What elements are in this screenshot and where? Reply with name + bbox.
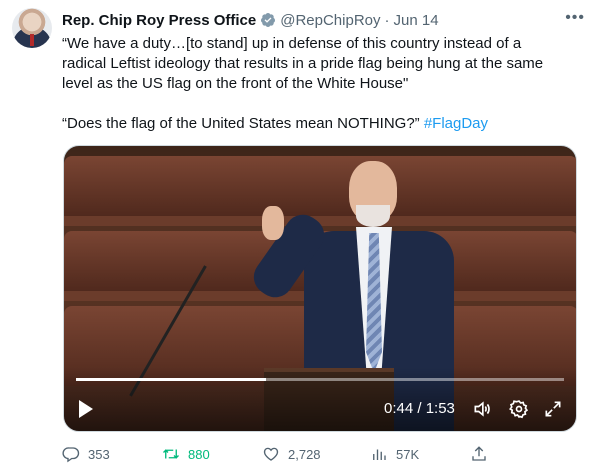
author-name[interactable]: Rep. Chip Roy Press Office xyxy=(62,12,256,29)
reply-button[interactable]: 353 xyxy=(62,443,110,465)
like-count: 2,728 xyxy=(288,446,321,462)
reply-count: 353 xyxy=(88,446,110,462)
analytics-icon xyxy=(373,449,386,460)
retweet-icon xyxy=(163,449,179,459)
tweet-header: Rep. Chip Roy Press Office @RepChipRoy ·… xyxy=(62,10,581,30)
tweet-date[interactable]: Jun 14 xyxy=(394,12,439,29)
tweet-line: level as the US flag on the front of the… xyxy=(62,75,409,92)
tweet-line: radical Leftist ideology that results in… xyxy=(62,55,544,72)
view-count: 57K xyxy=(396,446,420,462)
views-button[interactable]: 57K xyxy=(370,443,419,465)
heart-icon xyxy=(263,447,279,461)
video-time: 0:44 / 1:53 xyxy=(384,400,455,417)
tweet-line-text: “Does the flag of the United States mean… xyxy=(62,115,424,132)
tweet-line: “We have a duty…[to stand] up in defense… xyxy=(62,35,522,52)
verified-badge-icon xyxy=(261,13,276,27)
video-player[interactable]: 0:44 / 1:53 xyxy=(63,145,577,432)
volume-icon[interactable] xyxy=(472,399,492,419)
retweet-count: 880 xyxy=(188,446,210,462)
video-progress-fill xyxy=(76,378,266,381)
hashtag-link[interactable]: #FlagDay xyxy=(424,115,488,132)
fullscreen-icon[interactable] xyxy=(543,399,563,419)
avatar[interactable] xyxy=(12,8,52,48)
separator-dot: · xyxy=(384,11,390,29)
like-button[interactable]: 2,728 xyxy=(262,443,321,465)
tweet-text: “We have a duty…[to stand] up in defense… xyxy=(62,34,577,134)
reply-icon xyxy=(62,447,80,463)
video-progress-bar[interactable] xyxy=(76,378,564,381)
tweet-card[interactable]: Rep. Chip Roy Press Office @RepChipRoy ·… xyxy=(0,0,593,475)
play-icon[interactable] xyxy=(79,400,93,418)
tweet-actions: 353 880 2,728 57K xyxy=(62,443,482,465)
video-controls: 0:44 / 1:53 xyxy=(64,367,576,431)
settings-gear-icon[interactable] xyxy=(509,399,529,419)
retweet-button[interactable]: 880 xyxy=(162,443,210,465)
tweet-line: “Does the flag of the United States mean… xyxy=(62,114,577,134)
author-handle[interactable]: @RepChipRoy xyxy=(280,12,380,29)
share-icon[interactable] xyxy=(470,445,488,463)
more-horizontal-icon[interactable]: ••• xyxy=(565,10,585,26)
